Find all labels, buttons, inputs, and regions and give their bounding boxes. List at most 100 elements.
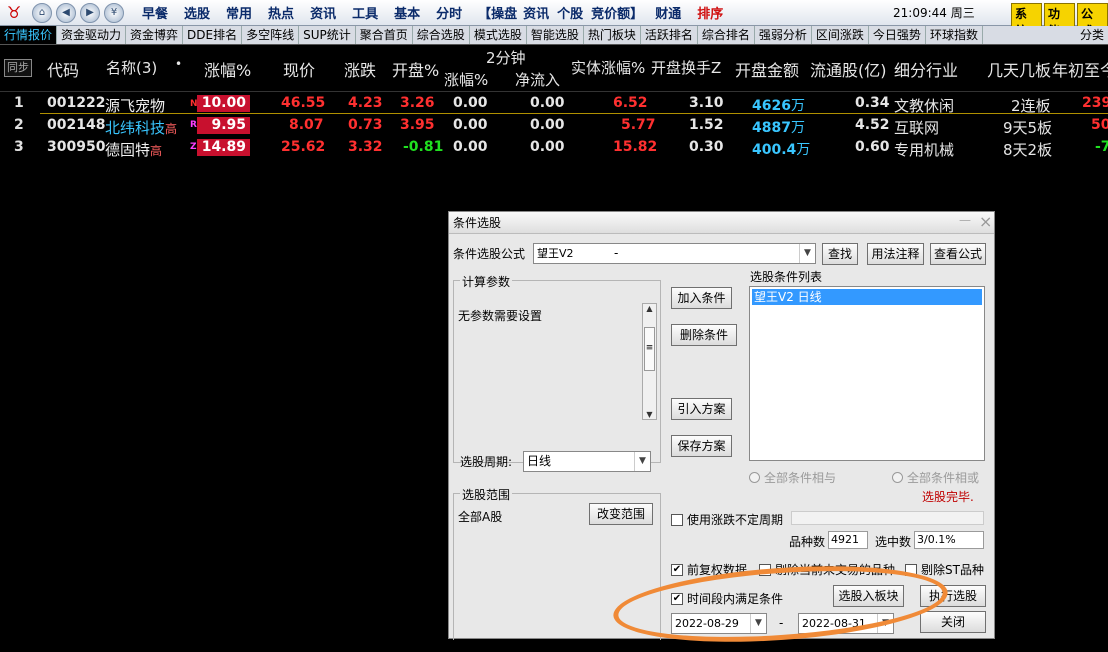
menu-item-sort[interactable]: 排序 (689, 3, 731, 22)
time-range-checkbox[interactable]: ✔ 时间段内满足条件 (671, 590, 783, 607)
date-from-picker[interactable]: 2022-08-29 ▼ (671, 613, 767, 634)
import-plan-button[interactable]: 引入方案 (671, 398, 732, 420)
col-name[interactable]: 名称(3) (106, 57, 157, 78)
delete-condition-button[interactable]: 删除条件 (671, 324, 737, 346)
date-to-picker[interactable]: 2022-08-31 ▼ (798, 613, 894, 634)
back-icon[interactable]: ◀ (56, 2, 76, 23)
close-icon[interactable]: × (979, 212, 992, 231)
tab-fund-game[interactable]: 资金博弈 (126, 26, 184, 44)
formula-select[interactable]: 望王V2 - ▼ (533, 243, 816, 264)
chevron-down-icon[interactable]: ▼ (877, 614, 893, 633)
tab-strength[interactable]: 强弱分析 (755, 26, 812, 44)
tab-quotes[interactable]: 行情报价 (0, 26, 58, 44)
view-formula-button[interactable]: 查看公式 (930, 243, 986, 265)
menu-item-trade[interactable]: 【操盘 (470, 3, 519, 22)
row-open-turnover: 0.30 (689, 139, 724, 155)
find-button[interactable]: 查找 (822, 243, 858, 265)
tab-dde-rank[interactable]: DDE排名 (183, 26, 243, 44)
menu-item-stock[interactable]: 个股 (553, 3, 587, 22)
row-ytd: 50 (1091, 117, 1108, 133)
sync-button[interactable]: 同步 (4, 59, 32, 77)
menu-item-breakfast[interactable]: 早餐 (134, 3, 176, 22)
tab-long-short[interactable]: 多空阵线 (242, 26, 300, 44)
exclude-st-checkbox[interactable]: 剔除ST品种 (905, 561, 984, 578)
irregular-period-checkbox[interactable]: 使用涨跌不定周期 (671, 511, 783, 528)
tab-sup-stats[interactable]: SUP统计 (299, 26, 356, 44)
row-change: 4.23 (348, 95, 383, 111)
table-row[interactable]: 3 300950 德固特高 Z 14.89 25.62 3.32 -0.81 0… (0, 137, 1108, 159)
row-change-pct: 10.00 (197, 95, 250, 112)
col-body-pct[interactable]: 实体涨幅% (571, 57, 645, 78)
save-plan-button[interactable]: 保存方案 (671, 435, 732, 457)
col-open-amount[interactable]: 开盘金额 (735, 57, 799, 81)
col-open-pct[interactable]: 开盘% (392, 57, 439, 81)
menu-item-bid[interactable]: 竞价额】 (587, 3, 647, 22)
chevron-down-icon[interactable]: ▼ (634, 452, 650, 471)
col-change-pct[interactable]: 涨幅% (204, 57, 251, 81)
col-net-inflow[interactable]: 净流入 (515, 69, 560, 90)
tab-range-change[interactable]: 区间涨跌 (812, 26, 869, 44)
tab-global-index[interactable]: 环球指数 (926, 26, 983, 44)
all-or-radio[interactable]: 全部条件相或 (892, 469, 979, 486)
usage-button[interactable]: 用法注释 (867, 243, 924, 265)
menu-item-caitong[interactable]: 财通 (647, 3, 689, 22)
tab-category[interactable]: 分类 (1075, 26, 1108, 44)
irregular-period-field[interactable] (791, 511, 984, 525)
col-change[interactable]: 涨跌 (344, 57, 376, 81)
condition-item[interactable]: 望王V2 日线 (752, 289, 982, 305)
selected-label: 选中数 (875, 535, 912, 549)
app-logo-icon[interactable]: ♉ (0, 0, 28, 26)
tab-mode-select[interactable]: 模式选股 (470, 26, 527, 44)
tab-composite-select[interactable]: 综合选股 (413, 26, 470, 44)
period-select[interactable]: 日线 ▼ (523, 451, 651, 472)
menu-item-info[interactable]: 资讯 (519, 3, 553, 22)
dropdown-icon[interactable]: ¥ (104, 2, 124, 23)
chevron-down-icon[interactable]: ▼ (799, 244, 815, 263)
tab-composite-rank[interactable]: 综合排名 (698, 26, 755, 44)
row-two-min-pct: 0.00 (453, 117, 488, 133)
menu-item-news[interactable]: 资讯 (302, 3, 344, 22)
tab-today-strong[interactable]: 今日强势 (869, 26, 926, 44)
row-name[interactable]: 北纬科技高 (105, 117, 177, 138)
change-range-button[interactable]: 改变范围 (589, 503, 653, 525)
tab-aggregate-home[interactable]: 聚合首页 (356, 26, 413, 44)
minimize-icon[interactable]: — (959, 213, 971, 227)
col-float-shares[interactable]: 流通股(亿) (810, 57, 887, 81)
col-industry[interactable]: 细分行业 (894, 57, 958, 81)
chevron-down-icon[interactable]: ▼ (750, 614, 766, 633)
condition-list[interactable]: 望王V2 日线 (749, 286, 985, 461)
exclude-untraded-checkbox[interactable]: 剔除当前未交易的品种 (759, 561, 895, 578)
col-days-boards[interactable]: 几天几板 (987, 57, 1051, 81)
table-row[interactable]: 2 002148 北纬科技高 R 9.95 8.07 0.73 3.95 0.0… (0, 115, 1108, 137)
col-code[interactable]: 代码 (47, 57, 79, 81)
tab-fund-drive[interactable]: 资金驱动力 (57, 26, 127, 44)
col-ytd[interactable]: 年初至今 (1052, 57, 1108, 81)
all-and-radio[interactable]: 全部条件相与 (749, 469, 836, 486)
menu-item-stock-select[interactable]: 选股 (176, 3, 218, 22)
selection-line (40, 113, 1108, 114)
col-price[interactable]: 现价 (283, 57, 315, 81)
menu-item-basics[interactable]: 基本 (386, 3, 428, 22)
tab-smart-select[interactable]: 智能选股 (527, 26, 584, 44)
row-net-inflow: 0.00 (530, 95, 565, 111)
close-button[interactable]: 关闭 (920, 611, 986, 633)
tab-active-rank[interactable]: 活跃排名 (641, 26, 698, 44)
run-select-button[interactable]: 执行选股 (920, 585, 986, 607)
row-name[interactable]: 德固特高 (105, 139, 162, 160)
col-two-min-pct[interactable]: 涨幅% (444, 69, 488, 90)
fq-data-checkbox[interactable]: ✔ 前复权数据 (671, 561, 747, 578)
menu-item-common[interactable]: 常用 (218, 3, 260, 22)
table-row[interactable]: 1 001222 源飞宠物 N 10.00 46.55 4.23 3.26 0.… (0, 93, 1108, 115)
col-open-turnover[interactable]: 开盘换手Z (651, 57, 721, 78)
to-block-button[interactable]: 选股入板块 (833, 585, 904, 607)
menu-item-hot[interactable]: 热点 (260, 3, 302, 22)
table-header: 同步 代码 名称(3) • 涨幅% 现价 涨跌 开盘% 2分钟 涨幅% 净流入 … (0, 45, 1108, 92)
no-params-text: 无参数需要设置 (458, 309, 543, 323)
menu-item-tools[interactable]: 工具 (344, 3, 386, 22)
menu-item-timeshare[interactable]: 分时 (428, 3, 470, 22)
forward-icon[interactable]: ▶ (80, 2, 100, 23)
home-icon[interactable]: ⌂ (32, 2, 52, 23)
params-scrollbar[interactable]: ▲ ≡ ▼ (642, 303, 657, 420)
add-condition-button[interactable]: 加入条件 (671, 287, 732, 309)
tab-hot-sectors[interactable]: 热门板块 (584, 26, 641, 44)
